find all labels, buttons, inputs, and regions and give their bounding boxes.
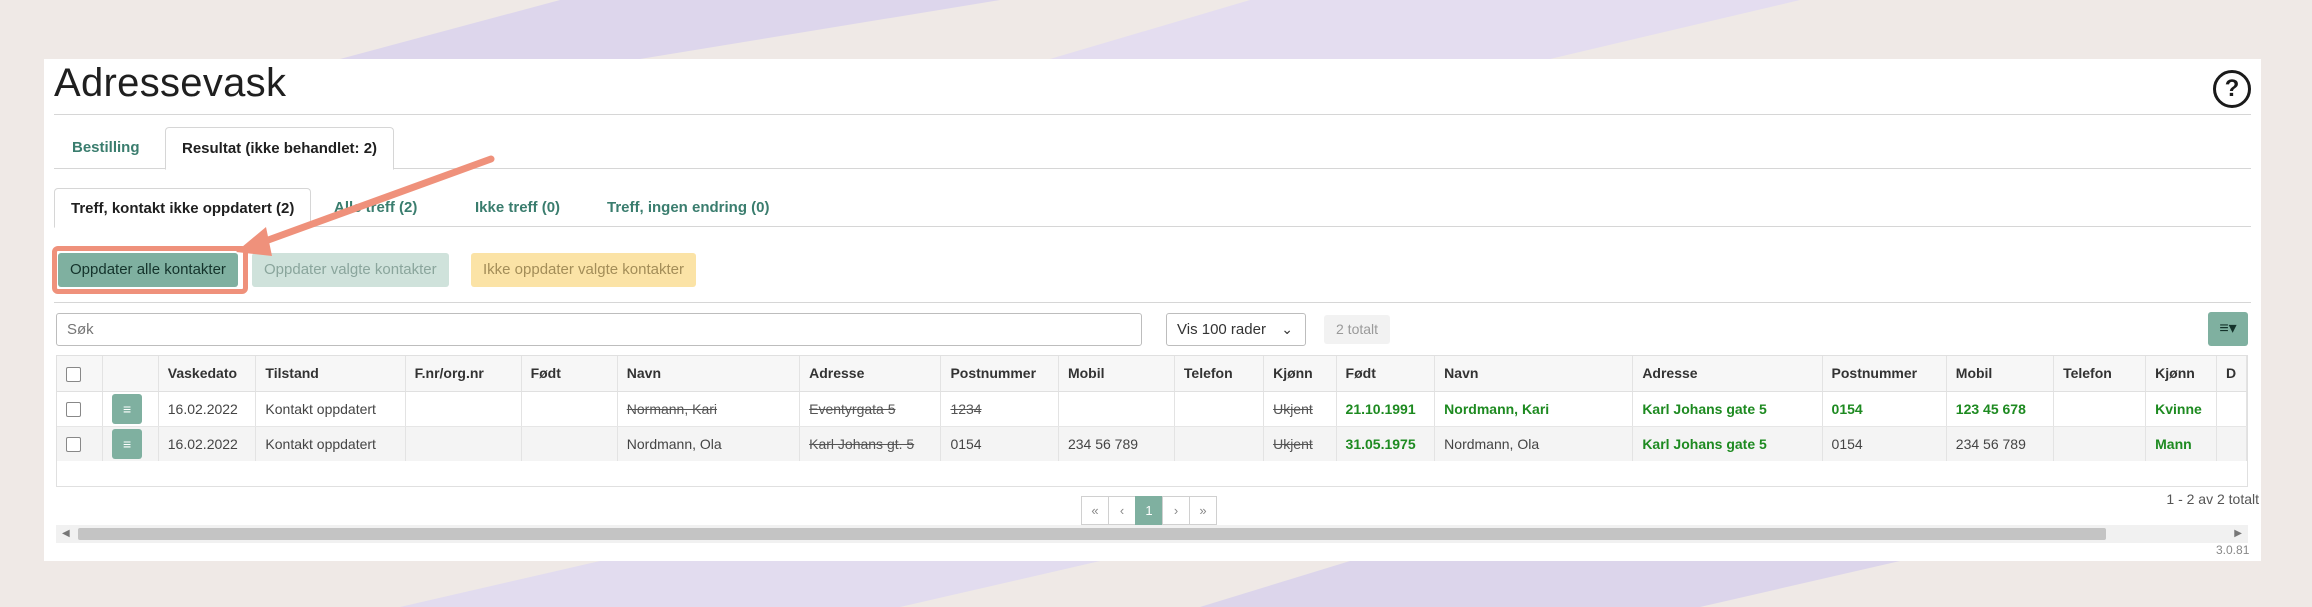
prev-page-button[interactable]: ‹	[1108, 496, 1136, 525]
column-header[interactable]: Adresse	[1632, 356, 1823, 392]
column-header[interactable]: Kjønn	[2145, 356, 2217, 392]
pointer-arrow-annotation	[236, 155, 495, 256]
tilstand-cell: Kontakt oppdatert	[255, 391, 406, 427]
vaskedato-cell: 16.02.2022	[158, 391, 257, 427]
kjonn-new-cell: Kvinne	[2145, 391, 2217, 427]
first-page-button[interactable]: «	[1081, 496, 1109, 525]
row-menu-cell[interactable]: ≡	[102, 391, 159, 427]
results-grid: Vaskedato Tilstand F.nr/org.nr Født Navn…	[56, 355, 2248, 487]
column-header[interactable]: D	[2216, 356, 2247, 392]
main-panel: Adressevask ? Bestilling Resultat (ikke …	[44, 59, 2261, 561]
mobil-new-cell: 234 56 789	[1946, 426, 2055, 461]
tilstand-cell: Kontakt oppdatert	[255, 426, 406, 461]
row-checkbox[interactable]	[66, 401, 81, 417]
fodt-new-cell: 31.05.1975	[1336, 426, 1436, 461]
select-all-header[interactable]	[57, 356, 104, 392]
row-menu-icon[interactable]: ≡	[112, 428, 143, 459]
scrollbar-thumb[interactable]	[78, 528, 2106, 540]
select-all-checkbox[interactable]	[66, 366, 81, 382]
adresse-old-cell: Eventyrgata 5	[799, 391, 942, 427]
kjonn-old-cell: Ukjent	[1263, 391, 1337, 427]
column-header[interactable]: Tilstand	[255, 356, 406, 392]
column-header[interactable]: Adresse	[799, 356, 942, 392]
column-header[interactable]: Mobil	[1946, 356, 2055, 392]
mobil-old-cell	[1058, 391, 1175, 427]
last-page-button[interactable]: »	[1189, 496, 1217, 525]
rows-per-page-select[interactable]: Vis 100 rader ⌄	[1166, 313, 1306, 346]
adresse-old-cell: Karl Johans gt. 5	[799, 426, 942, 461]
list-dropdown-icon: ≡▾	[2219, 320, 2237, 337]
rows-per-page-value: Vis 100 rader	[1177, 321, 1266, 338]
fodt-old-cell	[521, 426, 618, 461]
column-header	[102, 356, 159, 392]
kjonn-new-cell: Mann	[2145, 426, 2217, 461]
navn-new-cell: Nordmann, Kari	[1434, 391, 1634, 427]
column-header[interactable]: Kjønn	[1263, 356, 1337, 392]
column-header[interactable]: Postnummer	[1822, 356, 1947, 392]
postnr-old-cell: 1234	[940, 391, 1059, 427]
help-icon[interactable]: ?	[2213, 70, 2251, 108]
extra-cell	[2216, 391, 2247, 427]
navn-new-cell: Nordmann, Ola	[1434, 426, 1634, 461]
row-select-cell[interactable]	[57, 426, 104, 461]
adresse-new-cell: Karl Johans gate 5	[1632, 391, 1823, 427]
fnr-cell	[405, 426, 522, 461]
column-header[interactable]: Født	[1336, 356, 1436, 392]
column-header[interactable]: Postnummer	[940, 356, 1059, 392]
fodt-old-cell	[521, 391, 618, 427]
vaskedato-cell: 16.02.2022	[158, 426, 257, 461]
scroll-right-icon[interactable]: ▶	[2234, 525, 2242, 543]
row-select-cell[interactable]	[57, 391, 104, 427]
table-row[interactable]: ≡ 16.02.2022 Kontakt oppdatert Normann, …	[57, 391, 2247, 427]
column-header[interactable]: Telefon	[1174, 356, 1265, 392]
column-chooser-button[interactable]: ≡▾	[2208, 312, 2248, 346]
postnr-old-cell: 0154	[940, 426, 1059, 461]
mobil-old-cell: 234 56 789	[1058, 426, 1175, 461]
table-row[interactable]: ≡ 16.02.2022 Kontakt oppdatert Nordmann,…	[57, 426, 2247, 461]
fodt-new-cell: 21.10.1991	[1336, 391, 1436, 427]
results-table: Vaskedato Tilstand F.nr/org.nr Født Navn…	[57, 356, 2247, 461]
extra-cell	[2216, 426, 2247, 461]
telefon-old-cell	[1174, 391, 1265, 427]
telefon-new-cell	[2053, 391, 2147, 427]
column-header[interactable]: Telefon	[2053, 356, 2147, 392]
chevron-down-icon: ⌄	[1281, 321, 1293, 337]
row-menu-cell[interactable]: ≡	[102, 426, 159, 461]
page-1-button[interactable]: 1	[1135, 496, 1163, 525]
row-menu-icon[interactable]: ≡	[112, 393, 143, 424]
column-header[interactable]: Vaskedato	[158, 356, 257, 392]
column-header[interactable]: Mobil	[1058, 356, 1175, 392]
navn-old-cell: Normann, Kari	[617, 391, 801, 427]
telefon-old-cell	[1174, 426, 1265, 461]
scroll-left-icon[interactable]: ◀	[62, 525, 70, 543]
version-label: 3.0.81	[2216, 543, 2250, 557]
navn-old-cell: Nordmann, Ola	[617, 426, 801, 461]
mobil-new-cell: 123 45 678	[1946, 391, 2055, 427]
postnr-new-cell: 0154	[1822, 391, 1947, 427]
column-header[interactable]: Født	[521, 356, 618, 392]
row-checkbox[interactable]	[66, 437, 81, 453]
adresse-new-cell: Karl Johans gate 5	[1632, 426, 1823, 461]
range-text: 1 - 2 av 2 totalt	[2166, 491, 2259, 507]
column-header[interactable]: Navn	[617, 356, 801, 392]
column-header[interactable]: F.nr/org.nr	[405, 356, 522, 392]
horizontal-scrollbar[interactable]: ◀ ▶	[56, 525, 2248, 543]
kjonn-old-cell: Ukjent	[1263, 426, 1337, 461]
column-header[interactable]: Navn	[1434, 356, 1634, 392]
postnr-new-cell: 0154	[1822, 426, 1947, 461]
next-page-button[interactable]: ›	[1162, 496, 1190, 525]
table-header-row: Vaskedato Tilstand F.nr/org.nr Født Navn…	[57, 356, 2247, 392]
telefon-new-cell	[2053, 426, 2147, 461]
fnr-cell	[405, 391, 522, 427]
total-count-badge: 2 totalt	[1324, 315, 1391, 344]
